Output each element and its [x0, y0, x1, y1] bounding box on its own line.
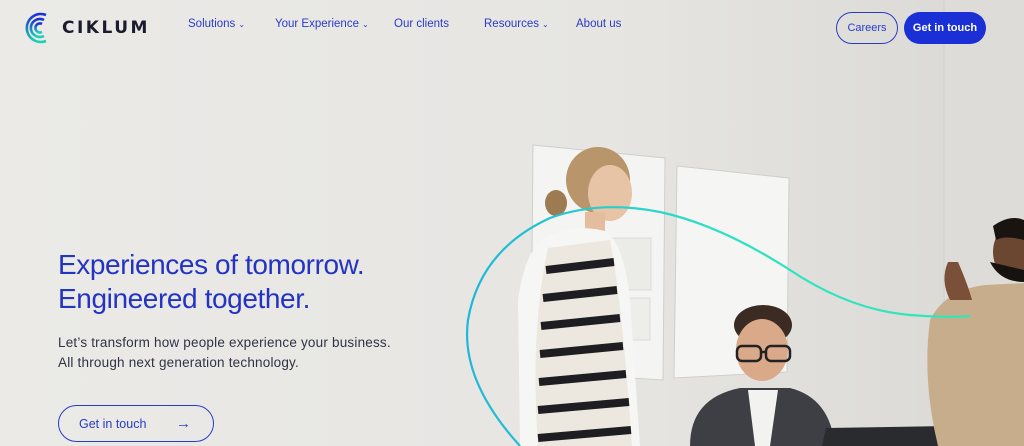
hero-subtext-line-1: Let’s transform how people experience yo… — [58, 335, 391, 350]
nav-item-label: Solutions — [188, 18, 236, 30]
nav-item-resources[interactable]: Resources ⌄ — [484, 18, 576, 30]
laptop — [822, 426, 948, 446]
nav-item-your-experience[interactable]: Your Experience ⌄ — [275, 18, 394, 30]
nav-item-label: About us — [576, 18, 622, 30]
brand-name: CIKLUM — [62, 18, 150, 38]
nav-item-label: Our clients — [394, 18, 449, 30]
hero-cta-label: Get in touch — [79, 416, 147, 431]
nav-item-our-clients[interactable]: Our clients — [394, 18, 484, 30]
chevron-down-icon: ⌄ — [361, 19, 369, 29]
main-nav: Solutions ⌄ Your Experience ⌄ Our client… — [188, 18, 621, 30]
hero-headline-line-1: Experiences of tomorrow. — [58, 249, 365, 280]
hero-subtext: Let’s transform how people experience yo… — [58, 333, 391, 373]
hero-photo — [0, 0, 1024, 446]
hero-section: CIKLUM Solutions ⌄ Your Experience ⌄ Our… — [0, 0, 1024, 446]
hero-get-in-touch-button[interactable]: Get in touch → — [58, 405, 214, 442]
hero-headline-line-2: Engineered together. — [58, 283, 310, 314]
chevron-down-icon: ⌄ — [541, 19, 549, 29]
hero-headline: Experiences of tomorrow. Engineered toge… — [58, 248, 365, 316]
brand-logo[interactable]: CIKLUM — [20, 10, 150, 46]
hero-subtext-line-2: All through next generation technology. — [58, 355, 299, 370]
nav-item-label: Your Experience — [275, 18, 359, 30]
nav-item-solutions[interactable]: Solutions ⌄ — [188, 18, 275, 30]
get-in-touch-button[interactable]: Get in touch — [904, 12, 986, 44]
chevron-down-icon: ⌄ — [238, 19, 246, 29]
nav-item-label: Resources — [484, 18, 539, 30]
ciklum-logo-icon — [25, 12, 47, 44]
careers-button[interactable]: Careers — [836, 12, 898, 44]
nav-item-about-us[interactable]: About us — [576, 18, 621, 30]
arrow-right-icon: → — [176, 415, 191, 432]
